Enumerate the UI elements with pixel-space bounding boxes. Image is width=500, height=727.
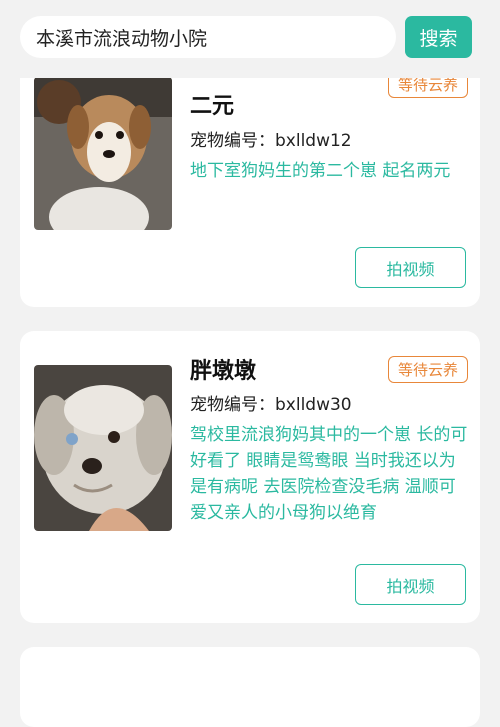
pet-id-value: bxlldw12 [275,131,352,151]
pet-photo[interactable] [34,365,172,531]
pet-id-value: bxlldw30 [275,395,352,415]
pet-id: 宠物编号：bxlldw30 [190,395,352,415]
pet-card[interactable]: 二元 等待云养 宠物编号：bxlldw12 地下室狗妈生的第二个崽 起名两元 拍… [20,40,480,307]
shoot-video-button[interactable]: 拍视频 [355,564,466,605]
pet-description: 驾校里流浪狗妈其中的一个崽 长的可好看了 眼睛是鸳鸯眼 当时我还以为是有病呢 去… [190,425,468,523]
shoot-video-button[interactable]: 拍视频 [355,247,466,288]
pet-name: 二元 [190,94,235,119]
search-bar: 搜索 [0,0,500,78]
dog-photo-icon [34,365,172,531]
pet-card[interactable] [20,647,480,727]
search-button[interactable]: 搜索 [405,16,472,58]
pet-id: 宠物编号：bxlldw12 [190,131,352,151]
search-input[interactable] [20,16,396,58]
pet-description: 地下室狗妈生的第二个崽 起名两元 [190,161,451,181]
status-badge: 等待云养 [387,356,468,383]
pet-id-label: 宠物编号 [190,395,258,415]
pet-photo[interactable] [34,77,172,230]
pet-id-label: 宠物编号 [190,131,258,151]
pet-name: 胖墩墩 [190,359,257,384]
dog-photo-icon [34,77,172,230]
pet-card[interactable]: 胖墩墩 等待云养 宠物编号：bxlldw30 驾校里流浪狗妈其中的一个崽 长的可… [20,331,480,623]
